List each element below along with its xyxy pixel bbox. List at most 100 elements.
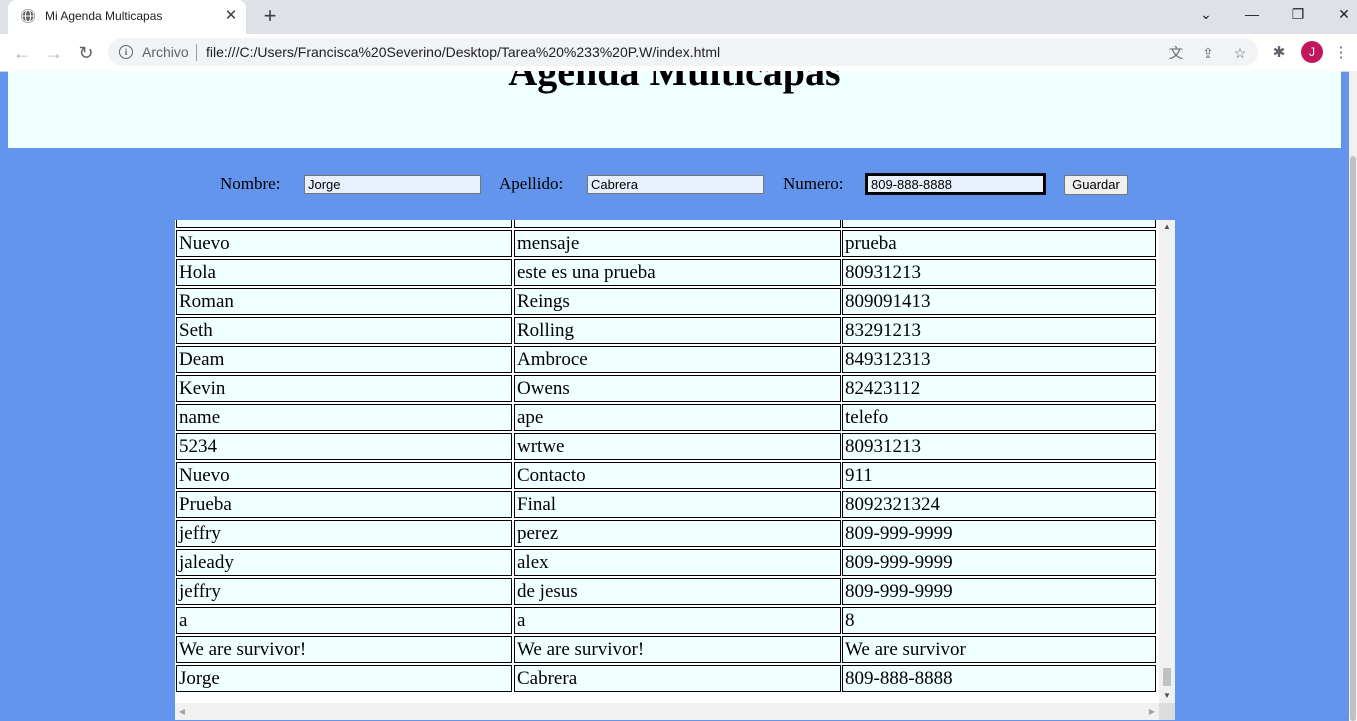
- nombre-cell: jaleady: [176, 549, 512, 576]
- nombre-cell: name: [176, 404, 512, 431]
- nombre-cell: Roman: [176, 288, 512, 315]
- table-row: Deam Ambroce 849312313: [175, 345, 1159, 374]
- nombre-cell: Nuevo: [176, 462, 512, 489]
- apellido-cell: Reings: [514, 288, 841, 315]
- extensions-icon[interactable]: ✱: [1268, 42, 1290, 64]
- nombre-cell: bollo: [176, 220, 512, 228]
- bookmark-star-icon[interactable]: ☆: [1230, 43, 1250, 63]
- scroll-up-icon[interactable]: ▲: [1159, 220, 1175, 234]
- table-row: Jorge Cabrera 809-888-8888: [175, 664, 1159, 693]
- numero-cell: We are survivor: [842, 636, 1156, 663]
- page-scrollbar[interactable]: [1349, 71, 1357, 721]
- address-bar[interactable]: i Archivo file:///C:/Users/Francisca%20S…: [108, 38, 1258, 66]
- scroll-down-icon[interactable]: ▼: [1159, 689, 1175, 703]
- tab-title: Mi Agenda Multicapas: [45, 9, 163, 23]
- numero-label: Numero:: [783, 174, 844, 193]
- browser-toolbar: ← → ↻ i Archivo file:///C:/Users/Francis…: [0, 34, 1357, 72]
- nombre-cell: Seth: [176, 317, 512, 344]
- scrollbar-corner: [1159, 703, 1175, 720]
- numero-cell: prueba: [842, 230, 1156, 257]
- tab-active[interactable]: Mi Agenda Multicapas ✕: [8, 0, 246, 34]
- table-row: jeffry perez 809-999-9999: [175, 519, 1159, 548]
- apellido-cell: ape: [514, 404, 841, 431]
- apellido-cell: Ambroce: [514, 346, 841, 373]
- apellido-cell: perez: [514, 520, 841, 547]
- restore-icon[interactable]: ❐: [1275, 0, 1321, 30]
- apellido-cell: este es una prueba: [514, 259, 841, 286]
- apellido-cell: We are survivor!: [514, 636, 841, 663]
- nombre-cell: jeffry: [176, 520, 512, 547]
- table-row: Prueba Final 8092321324: [175, 490, 1159, 519]
- numero-cell: 80931213: [842, 259, 1156, 286]
- guardar-button[interactable]: Guardar: [1064, 175, 1128, 195]
- table-row: Hola este es una prueba 80931213: [175, 258, 1159, 287]
- scroll-left-icon[interactable]: ◀: [175, 703, 189, 720]
- close-window-icon[interactable]: ✕: [1321, 0, 1357, 30]
- numero-cell: telefo: [842, 404, 1156, 431]
- header-panel: Agenda Multicapas: [8, 71, 1341, 148]
- numero-cell: 83291213: [842, 317, 1156, 344]
- numero-cell: 80931213: [842, 433, 1156, 460]
- table-row: Kevin Owens 82423112: [175, 374, 1159, 403]
- info-icon[interactable]: i: [119, 45, 133, 59]
- apellido-cell: de jesus: [514, 578, 841, 605]
- numero-cell: 849312313: [842, 346, 1156, 373]
- apellido-cell: Contacto: [514, 462, 841, 489]
- nombre-input[interactable]: Jorge: [304, 175, 481, 194]
- table-row: jaleady alex 809-999-9999: [175, 548, 1159, 577]
- url-text[interactable]: file:///C:/Users/Francisca%20Severino/De…: [206, 44, 720, 60]
- share-icon[interactable]: ⇪: [1198, 43, 1218, 63]
- table-row: bollocomoestass: [175, 220, 1159, 229]
- numero-cell: 809-999-9999: [842, 578, 1156, 605]
- apellido-cell: Final: [514, 491, 841, 518]
- apellido-cell: Cabrera: [514, 665, 841, 692]
- menu-icon[interactable]: ⋮: [1330, 42, 1352, 64]
- contacts-table-body: bollocomoestassNuevomensajepruebaHolaest…: [175, 220, 1159, 693]
- table-row: Seth Rolling 83291213: [175, 316, 1159, 345]
- table-row: jeffry de jesus 809-999-9999: [175, 577, 1159, 606]
- reload-icon[interactable]: ↻: [73, 40, 99, 66]
- table-row: aa8: [175, 606, 1159, 635]
- apellido-cell: mensaje: [514, 230, 841, 257]
- nombre-cell: Deam: [176, 346, 512, 373]
- table-row: Nuevo Contacto 911: [175, 461, 1159, 490]
- translate-icon[interactable]: 文: [1166, 43, 1186, 63]
- numero-input[interactable]: 809-888-8888: [865, 173, 1046, 195]
- minimize-icon[interactable]: —: [1229, 0, 1275, 30]
- apellido-cell: a: [514, 607, 841, 634]
- table-row: Roman Reings 809091413: [175, 287, 1159, 316]
- numero-cell: 911: [842, 462, 1156, 489]
- nombre-cell: a: [176, 607, 512, 634]
- nombre-cell: Prueba: [176, 491, 512, 518]
- apellido-cell: Owens: [514, 375, 841, 402]
- apellido-cell: como: [514, 220, 841, 228]
- apellido-input[interactable]: Cabrera: [587, 175, 764, 194]
- nombre-cell: We are survivor!: [176, 636, 512, 663]
- table-scroll-thumb[interactable]: [1163, 668, 1171, 686]
- numero-cell: 809-999-9999: [842, 520, 1156, 547]
- numero-cell: estass: [842, 220, 1156, 228]
- table-vertical-scrollbar[interactable]: ▲ ▼: [1159, 220, 1175, 703]
- table-row: name ape telefo: [175, 403, 1159, 432]
- tab-strip: Mi Agenda Multicapas ✕ + ⌄ — ❐ ✕: [0, 0, 1357, 34]
- scroll-right-icon[interactable]: ▶: [1145, 703, 1159, 720]
- numero-cell: 8092321324: [842, 491, 1156, 518]
- table-row: 5234 wrtwe 80931213: [175, 432, 1159, 461]
- table-horizontal-scrollbar[interactable]: ◀ ▶: [175, 703, 1159, 720]
- avatar[interactable]: J: [1301, 41, 1323, 63]
- tab-search-icon[interactable]: ⌄: [1183, 0, 1229, 30]
- page-scroll-thumb[interactable]: [1350, 156, 1356, 721]
- new-tab-button[interactable]: +: [258, 5, 282, 29]
- close-tab-icon[interactable]: ✕: [222, 7, 240, 25]
- forward-icon[interactable]: →: [41, 40, 67, 66]
- contacts-table[interactable]: bollocomoestassNuevomensajepruebaHolaest…: [175, 220, 1175, 720]
- scheme-label: Archivo: [142, 44, 189, 60]
- apellido-cell: wrtwe: [514, 433, 841, 460]
- back-icon[interactable]: ←: [9, 40, 35, 66]
- table-row: We are survivor! We are survivor! We are s…: [175, 635, 1159, 664]
- numero-cell: 8: [842, 607, 1156, 634]
- numero-cell: 809091413: [842, 288, 1156, 315]
- omnibox-divider: [196, 44, 197, 61]
- nombre-cell: Nuevo: [176, 230, 512, 257]
- numero-cell: 82423112: [842, 375, 1156, 402]
